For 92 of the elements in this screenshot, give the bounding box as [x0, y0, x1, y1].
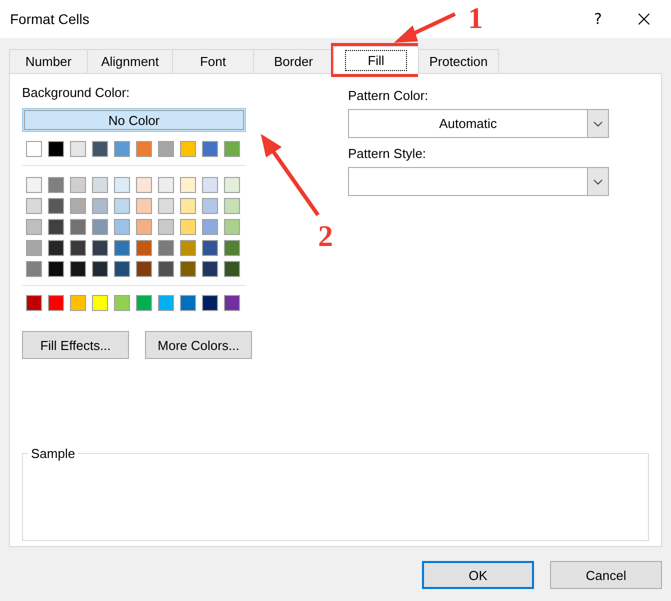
color-swatch[interactable] — [158, 177, 174, 193]
color-swatch[interactable] — [136, 240, 152, 256]
color-swatch[interactable] — [202, 198, 218, 214]
field-label: Background Color: — [22, 85, 131, 101]
color-swatch[interactable] — [224, 261, 240, 277]
color-swatch[interactable] — [202, 177, 218, 193]
color-swatch[interactable] — [180, 261, 196, 277]
color-swatch[interactable] — [92, 261, 108, 277]
color-swatch[interactable] — [92, 177, 108, 193]
field-label: Pattern Color: — [348, 88, 430, 104]
color-swatch[interactable] — [158, 240, 174, 256]
color-swatch[interactable] — [92, 198, 108, 214]
pattern-color-dropdown[interactable]: Automatic — [348, 109, 609, 138]
color-swatch[interactable] — [136, 141, 152, 157]
window-title: Format Cells — [10, 11, 90, 27]
color-swatch[interactable] — [224, 219, 240, 235]
dialog-button[interactable]: More Colors... — [145, 331, 252, 359]
color-swatch[interactable] — [26, 141, 42, 157]
color-swatch[interactable] — [92, 240, 108, 256]
color-swatch[interactable] — [70, 198, 86, 214]
color-swatch[interactable] — [224, 177, 240, 193]
color-swatch[interactable] — [48, 198, 64, 214]
tab[interactable]: Protection — [418, 49, 499, 73]
chevron-down-icon — [593, 120, 603, 126]
help-button[interactable]: ? — [575, 0, 621, 38]
color-swatch[interactable] — [70, 219, 86, 235]
color-swatch[interactable] — [158, 295, 174, 311]
color-swatch[interactable] — [180, 240, 196, 256]
color-swatch[interactable] — [92, 141, 108, 157]
arrow — [394, 12, 456, 43]
dialog-button[interactable]: Fill Effects... — [22, 331, 129, 359]
color-swatch[interactable] — [48, 141, 64, 157]
color-swatch[interactable] — [114, 240, 130, 256]
color-swatch[interactable] — [224, 295, 240, 311]
color-swatch[interactable] — [48, 219, 64, 235]
tab[interactable]: Fill — [333, 46, 419, 74]
dialog-button[interactable]: OK — [422, 561, 534, 589]
color-swatch[interactable] — [26, 198, 42, 214]
color-swatch[interactable] — [48, 240, 64, 256]
color-swatch[interactable] — [224, 141, 240, 157]
color-swatch[interactable] — [48, 177, 64, 193]
color-swatch[interactable] — [180, 219, 196, 235]
color-swatch[interactable] — [136, 177, 152, 193]
color-swatch[interactable] — [224, 198, 240, 214]
color-swatch[interactable] — [92, 295, 108, 311]
color-swatch[interactable] — [180, 295, 196, 311]
color-swatch[interactable] — [70, 261, 86, 277]
color-swatch[interactable] — [114, 219, 130, 235]
color-swatch[interactable] — [26, 295, 42, 311]
color-swatch[interactable] — [70, 295, 86, 311]
group-label: Sample — [28, 446, 78, 461]
color-swatch[interactable] — [202, 141, 218, 157]
color-swatch[interactable] — [114, 295, 130, 311]
annotation-number: 2 — [318, 222, 333, 252]
color-swatch[interactable] — [158, 261, 174, 277]
close-button[interactable]: × — [621, 0, 667, 38]
color-swatch[interactable] — [180, 141, 196, 157]
color-swatch[interactable] — [48, 295, 64, 311]
color-swatch[interactable] — [136, 261, 152, 277]
color-swatch[interactable] — [158, 141, 174, 157]
color-swatch[interactable] — [114, 177, 130, 193]
tab[interactable]: Number — [9, 49, 88, 73]
color-swatch[interactable] — [202, 261, 218, 277]
color-swatch[interactable] — [114, 198, 130, 214]
chevron-down-icon — [593, 178, 603, 184]
color-swatch[interactable] — [26, 240, 42, 256]
color-swatch[interactable] — [114, 141, 130, 157]
color-swatch[interactable] — [92, 219, 108, 235]
color-swatch[interactable] — [26, 219, 42, 235]
color-swatch[interactable] — [26, 177, 42, 193]
color-swatch[interactable] — [114, 261, 130, 277]
color-swatch[interactable] — [202, 240, 218, 256]
dialog-button[interactable]: Cancel — [550, 561, 662, 589]
color-swatch[interactable] — [26, 261, 42, 277]
color-swatch[interactable] — [202, 219, 218, 235]
annotation-number: 1 — [468, 4, 483, 34]
color-swatch[interactable] — [48, 261, 64, 277]
color-swatch[interactable] — [202, 295, 218, 311]
color-swatch[interactable] — [158, 198, 174, 214]
color-swatch[interactable] — [70, 141, 86, 157]
no-color-button[interactable]: No Color — [22, 108, 246, 132]
field-label: Pattern Style: — [348, 146, 428, 162]
color-swatch[interactable] — [224, 240, 240, 256]
color-swatch[interactable] — [180, 177, 196, 193]
color-swatch[interactable] — [70, 240, 86, 256]
color-swatch[interactable] — [136, 219, 152, 235]
color-swatch[interactable] — [136, 295, 152, 311]
pattern-style-dropdown[interactable] — [348, 167, 609, 196]
color-swatch[interactable] — [136, 198, 152, 214]
color-swatch[interactable] — [158, 219, 174, 235]
color-swatch[interactable] — [180, 198, 196, 214]
color-swatch[interactable] — [70, 177, 86, 193]
